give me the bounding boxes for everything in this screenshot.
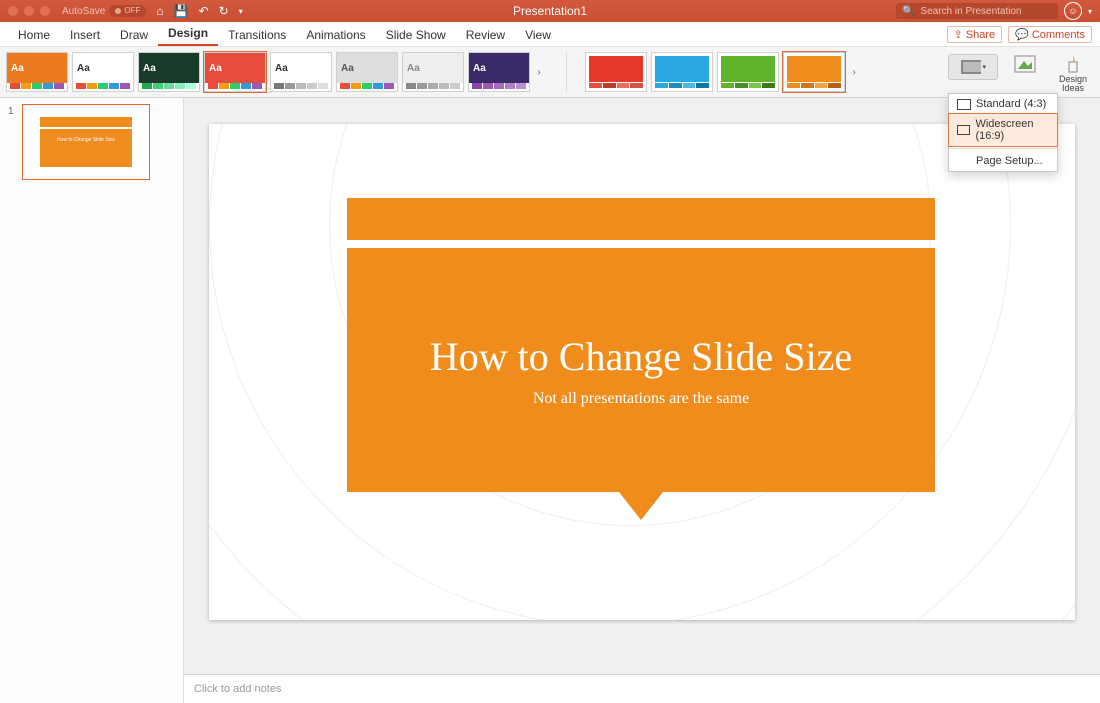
account-dropdown-icon[interactable]: ▾	[1088, 7, 1092, 16]
theme-thumb-1[interactable]: Aa	[6, 52, 68, 92]
notes-pane[interactable]: Click to add notes	[184, 674, 1100, 703]
format-background-icon	[1012, 54, 1038, 74]
aspect-169-icon	[957, 125, 970, 135]
close-window-icon[interactable]	[8, 6, 18, 16]
autosave-toggle[interactable]: AutoSave OFF	[62, 5, 146, 17]
autosave-label: AutoSave	[62, 6, 105, 17]
minimize-window-icon[interactable]	[24, 6, 34, 16]
menu-widescreen-169[interactable]: Widescreen (16:9)	[948, 113, 1058, 147]
share-button[interactable]: ⇪ Share	[947, 26, 1003, 43]
window-controls	[8, 6, 50, 16]
notes-placeholder: Click to add notes	[194, 683, 281, 695]
aspect-43-icon	[957, 99, 971, 110]
variant-2[interactable]	[651, 52, 713, 92]
thumbnail-title: How to Change Slide Size	[40, 137, 132, 143]
theme-thumb-8[interactable]: Aa	[468, 52, 530, 92]
slide-thumbnail-panel: 1 How to Change Slide Size	[0, 98, 184, 703]
canvas-area: How to Change Slide Size Not all present…	[184, 98, 1100, 703]
title-bar: AutoSave OFF ⌂ 💾 ↶ ↻ ▾ Presentation1 🔍 ☺…	[0, 0, 1100, 22]
design-ideas-icon	[1060, 54, 1086, 74]
feedback-icon[interactable]: ☺	[1064, 2, 1082, 20]
theme-thumb-7[interactable]: Aa	[402, 52, 464, 92]
qat-dropdown-icon[interactable]: ▾	[239, 7, 243, 16]
tab-animations[interactable]: Animations	[296, 25, 375, 46]
slide-canvas[interactable]: How to Change Slide Size Not all present…	[209, 124, 1075, 620]
tab-insert[interactable]: Insert	[60, 25, 110, 46]
thumbnail-row: 1 How to Change Slide Size	[0, 104, 183, 180]
undo-icon[interactable]: ↶	[199, 4, 209, 18]
variants-more-icon[interactable]: ›	[849, 67, 859, 78]
menu-standard-label: Standard (4:3)	[976, 98, 1046, 110]
document-title: Presentation1	[513, 4, 587, 18]
comments-icon: 💬	[1015, 28, 1029, 41]
canvas-scroll[interactable]: How to Change Slide Size Not all present…	[184, 98, 1100, 674]
themes-more-icon[interactable]: ›	[534, 67, 544, 78]
variant-group: ›	[566, 52, 859, 92]
comments-label: Comments	[1032, 29, 1085, 41]
home-icon[interactable]: ⌂	[156, 4, 163, 18]
tab-review[interactable]: Review	[456, 25, 515, 46]
design-ideas-label: Design Ideas	[1056, 75, 1090, 93]
tab-home[interactable]: Home	[8, 25, 60, 46]
slide-subtitle[interactable]: Not all presentations are the same	[533, 390, 749, 408]
menu-standard-43[interactable]: Standard (4:3)	[949, 94, 1057, 114]
theme-thumb-3[interactable]: Aa	[138, 52, 200, 92]
search-icon: 🔍	[902, 6, 914, 17]
autosave-state: OFF	[109, 5, 146, 17]
quick-access-toolbar: ⌂ 💾 ↶ ↻ ▾	[156, 4, 242, 18]
slide-size-icon: ▾	[960, 57, 986, 77]
variant-3[interactable]	[717, 52, 779, 92]
save-icon[interactable]: 💾	[174, 4, 189, 18]
slide-thumbnail-1[interactable]: How to Change Slide Size	[22, 104, 150, 180]
menu-widescreen-label: Widescreen (16:9)	[975, 118, 1049, 142]
title-bar-shape[interactable]	[347, 198, 935, 240]
redo-icon[interactable]: ↻	[219, 4, 229, 18]
design-ribbon: Aa Aa Aa Aa Aa Aa Aa Aa ›	[0, 46, 1100, 98]
theme-thumb-2[interactable]: Aa	[72, 52, 134, 92]
format-background-button[interactable]	[1004, 54, 1046, 74]
tab-design[interactable]: Design	[158, 23, 218, 46]
share-label: Share	[966, 29, 995, 41]
tab-view[interactable]: View	[515, 25, 561, 46]
thumbnail-number: 1	[8, 104, 16, 180]
comments-button[interactable]: 💬 Comments	[1008, 26, 1092, 43]
design-ideas-button[interactable]: Design Ideas	[1052, 54, 1094, 93]
title-callout-shape[interactable]: How to Change Slide Size Not all present…	[347, 248, 935, 492]
slide-title[interactable]: How to Change Slide Size	[430, 333, 852, 380]
search-box[interactable]: 🔍	[896, 3, 1058, 19]
share-icon: ⇪	[954, 28, 963, 41]
ribbon-tabs: Home Insert Draw Design Transitions Anim…	[0, 22, 1100, 46]
menu-page-setup[interactable]: Page Setup...	[949, 151, 1057, 171]
menu-page-setup-label: Page Setup...	[976, 155, 1043, 167]
search-input[interactable]	[918, 5, 1052, 18]
tab-draw[interactable]: Draw	[110, 25, 158, 46]
zoom-window-icon[interactable]	[40, 6, 50, 16]
variant-4[interactable]	[783, 52, 845, 92]
variant-1[interactable]	[585, 52, 647, 92]
slide-size-button[interactable]: ▾	[948, 54, 998, 80]
theme-thumb-6[interactable]: Aa	[336, 52, 398, 92]
callout-tail-shape	[619, 492, 663, 520]
tab-slide-show[interactable]: Slide Show	[376, 25, 456, 46]
theme-thumb-5[interactable]: Aa	[270, 52, 332, 92]
tab-transitions[interactable]: Transitions	[218, 25, 296, 46]
menu-separator	[949, 148, 1057, 149]
workspace: 1 How to Change Slide Size How to Change…	[0, 98, 1100, 703]
theme-thumb-4[interactable]: Aa	[204, 52, 266, 92]
slide-size-menu: Standard (4:3) Widescreen (16:9) Page Se…	[948, 93, 1058, 172]
ribbon-right-group: ▾ Design Ideas	[948, 52, 1094, 93]
